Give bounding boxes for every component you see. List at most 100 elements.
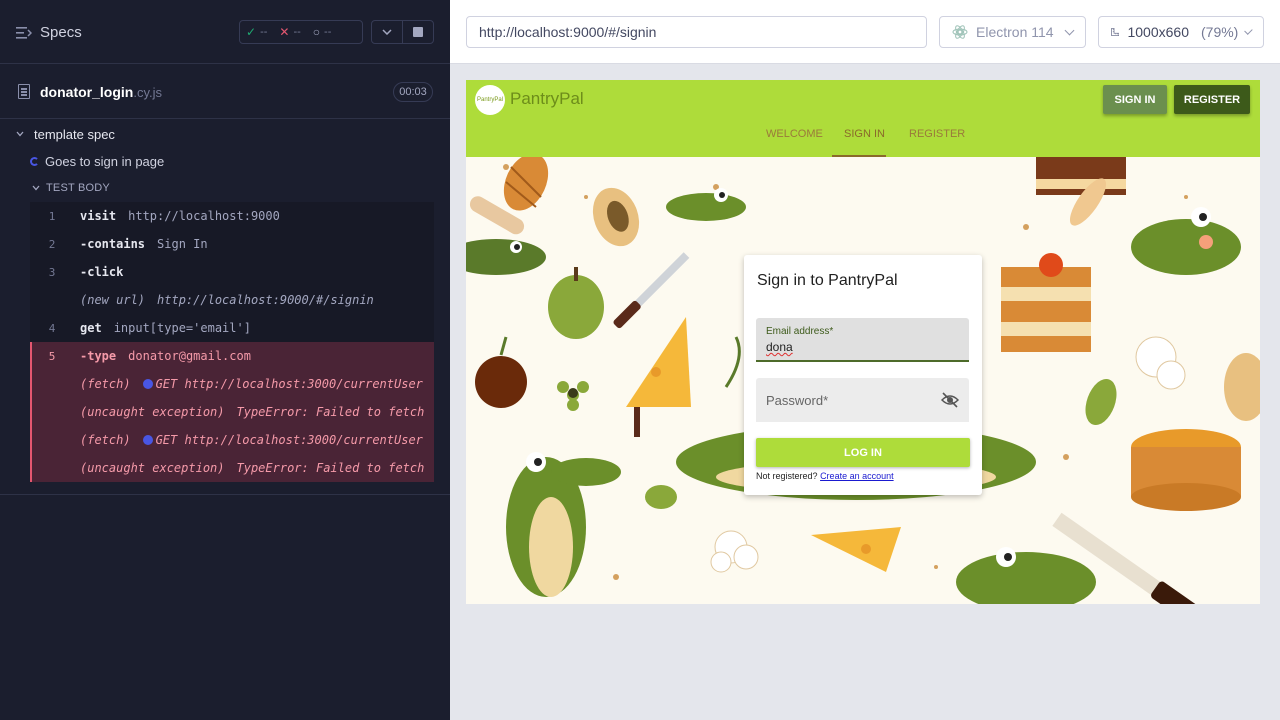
email-label: Email address*: [766, 326, 834, 337]
spec-file-row[interactable]: donator_login.cy.js 00:03: [0, 65, 450, 119]
zoom-level: (79%): [1201, 24, 1239, 40]
check-icon: ✓: [246, 25, 257, 39]
test-body-toggle[interactable]: TEST BODY: [30, 182, 110, 194]
specs-list-icon[interactable]: [16, 26, 32, 40]
spec-file-basename: donator_login: [40, 84, 134, 100]
command-number: 4: [48, 321, 56, 335]
passed-stat: ✓ --: [240, 25, 273, 39]
test-stats: ✓ -- ✕ -- ○ --: [239, 20, 363, 44]
sign-in-button[interactable]: SIGN IN: [1103, 85, 1167, 114]
command-log: 1 visit http://localhost:9000 2 contains S…: [30, 202, 434, 482]
command-name-text: visit: [80, 209, 117, 223]
login-button[interactable]: LOG IN: [756, 438, 970, 467]
command-name: click: [80, 265, 135, 279]
command-message: TypeError: Failed to fetch: [236, 405, 425, 419]
command-message: donator@gmail.com: [128, 349, 251, 363]
chevron-down-icon: [1064, 25, 1075, 35]
suite-row[interactable]: template spec: [0, 124, 115, 144]
pantrypal-logo[interactable]: PantryPal: [475, 85, 505, 115]
specs-title[interactable]: Specs: [40, 24, 82, 41]
command-row[interactable]: (fetch) GET http://localhost:3000/current…: [32, 370, 434, 398]
command-message: GET http://localhost:3000/currentUser: [155, 433, 423, 447]
run-controls: [371, 20, 434, 44]
command-row[interactable]: (uncaught exception) TypeError: Failed to…: [32, 398, 434, 426]
duration-badge: 00:03: [393, 82, 433, 102]
register-button[interactable]: REGISTER: [1174, 85, 1250, 114]
document-icon: [18, 84, 30, 99]
pending-count: --: [324, 26, 332, 38]
running-spinner-icon: [30, 157, 39, 166]
command-name-text: click: [87, 265, 124, 279]
reporter-header: Specs ✓ -- ✕ -- ○ --: [0, 0, 450, 64]
chevron-down-icon: [16, 131, 24, 137]
ruler-icon: [1111, 27, 1120, 37]
command-event: (fetch) GET http://localhost:3000/current…: [80, 433, 423, 447]
command-row[interactable]: 5 type donator@gmail.com: [32, 342, 434, 370]
command-number: 3: [48, 265, 56, 279]
stop-button[interactable]: [403, 21, 433, 43]
command-row[interactable]: 1 visit http://localhost:9000: [30, 202, 434, 230]
command-name-text: (new url): [80, 293, 146, 307]
command-number: 5: [48, 349, 56, 363]
command-row[interactable]: 2 contains Sign In: [30, 230, 434, 258]
failed-count: --: [293, 26, 301, 38]
email-field[interactable]: Email address* dona: [756, 318, 969, 362]
eye-off-icon[interactable]: [941, 392, 959, 408]
password-field[interactable]: Password*: [756, 378, 969, 422]
stop-icon: [412, 27, 423, 37]
command-name: visit http://localhost:9000: [80, 209, 280, 223]
command-event: (fetch) GET http://localhost:3000/current…: [80, 377, 423, 391]
command-row[interactable]: 3 click: [30, 258, 434, 286]
command-row[interactable]: (uncaught exception) TypeError: Failed to…: [32, 454, 434, 482]
passed-count: --: [260, 26, 268, 38]
spec-file-ext: .cy.js: [133, 85, 162, 100]
brand-name[interactable]: PantryPal: [510, 89, 584, 109]
command-name-text: contains: [87, 237, 146, 251]
command-message: Sign In: [157, 237, 208, 251]
email-input[interactable]: dona: [766, 340, 793, 354]
test-row[interactable]: Goes to sign in page: [30, 154, 164, 169]
command-message: http://localhost:9000: [128, 209, 280, 223]
command-message: GET http://localhost:3000/currentUser: [155, 377, 423, 391]
viewport-size: 1000x660: [1127, 24, 1189, 40]
browser-selector[interactable]: Electron 114: [939, 16, 1086, 48]
command-name-text: get: [80, 321, 102, 335]
tab-sign-in[interactable]: SIGN IN: [832, 128, 886, 157]
login-card: Sign in to PantryPal Email address* dona…: [744, 255, 982, 495]
command-name-text: (fetch): [80, 377, 131, 391]
spec-file-name: donator_login.cy.js: [40, 84, 162, 100]
fetch-dot-icon: [142, 435, 153, 445]
failed-stat: ✕ --: [273, 25, 306, 39]
cypress-reporter: Specs ✓ -- ✕ -- ○ -- donator_login.cy.js…: [0, 0, 450, 720]
command-row[interactable]: (new url) http://localhost:9000/#/signin: [30, 286, 434, 314]
register-note-text: Not registered?: [756, 471, 818, 481]
command-message: input[type='email']: [113, 321, 251, 335]
command-row[interactable]: (fetch) GET http://localhost:3000/current…: [32, 426, 434, 454]
test-title: Goes to sign in page: [45, 154, 165, 169]
suite-title: template spec: [34, 126, 115, 142]
command-event: (new url) http://localhost:9000/#/signin: [80, 293, 374, 307]
viewport-selector[interactable]: 1000x660 (79%): [1098, 16, 1264, 48]
command-name-text: (uncaught exception): [80, 405, 225, 419]
command-message: http://localhost:9000/#/signin: [157, 293, 374, 307]
command-row[interactable]: 4 get input[type='email']: [30, 314, 434, 342]
url-bar[interactable]: http://localhost:9000/#/signin: [466, 16, 927, 48]
password-label: Password*: [766, 393, 829, 408]
app-bar: PantryPal PantryPal SIGN IN REGISTER WEL…: [466, 80, 1260, 157]
create-account-link[interactable]: Create an account: [820, 471, 894, 481]
register-note: Not registered? Create an account: [756, 471, 894, 481]
command-name-text: (uncaught exception): [80, 461, 225, 475]
chevron-down-icon: [382, 29, 392, 35]
command-name: contains Sign In: [80, 237, 208, 251]
chevron-down-icon: [1244, 25, 1253, 35]
background-illustration: Sign in to PantryPal Email address* dona…: [466, 153, 1260, 604]
command-name-text: (fetch): [80, 433, 131, 447]
tab-register[interactable]: REGISTER: [909, 128, 965, 157]
tab-welcome[interactable]: WELCOME: [766, 128, 823, 157]
aut-header: http://localhost:9000/#/signin Electron …: [450, 0, 1280, 64]
command-name: get input[type='email']: [80, 321, 251, 335]
electron-icon: [952, 25, 968, 39]
pending-stat: ○ --: [307, 25, 338, 39]
expand-button[interactable]: [372, 21, 403, 43]
command-name: type donator@gmail.com: [80, 349, 251, 363]
